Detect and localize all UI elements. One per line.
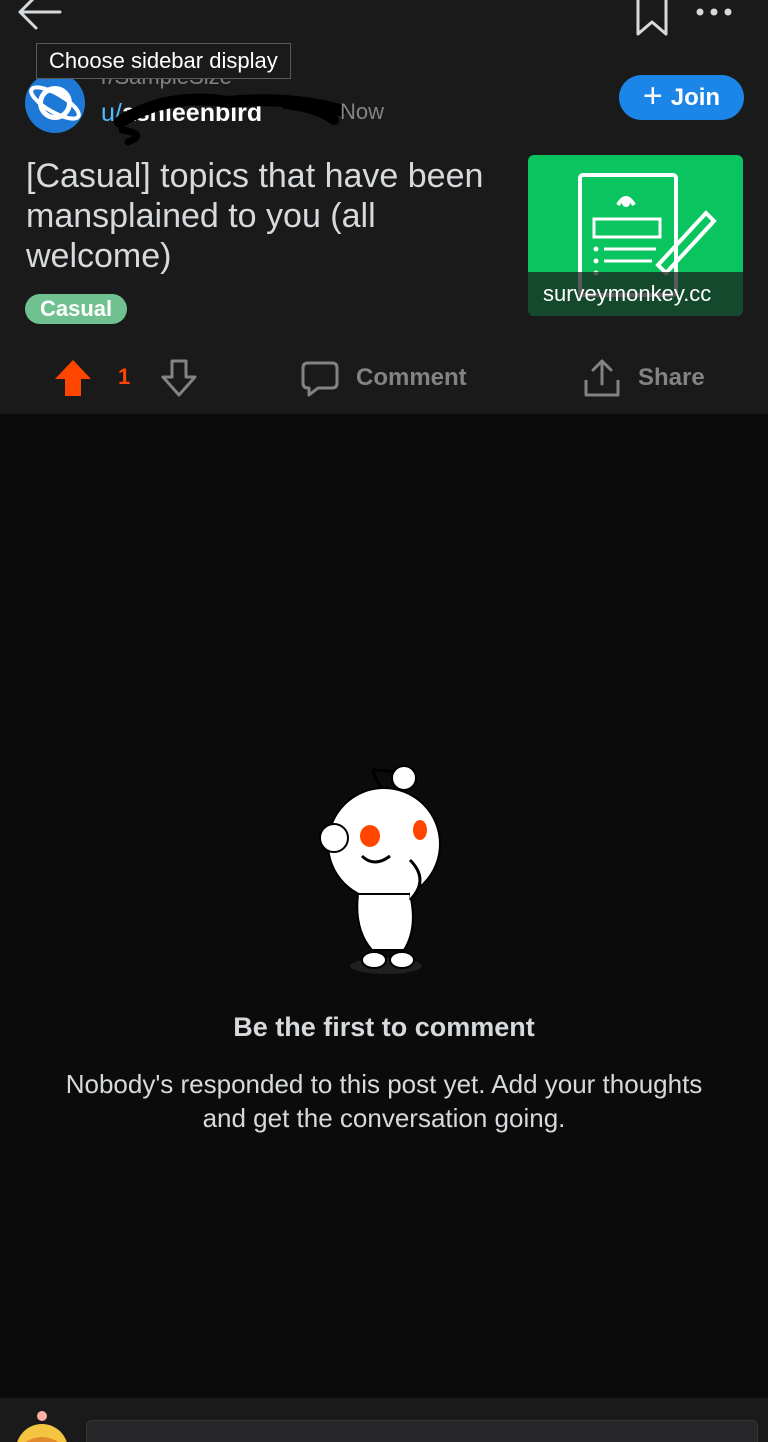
link-thumbnail[interactable]: surveymonkey.cc [528, 155, 743, 316]
thumbnail-domain: surveymonkey.cc [528, 272, 743, 316]
post-timestamp: Now [340, 99, 385, 124]
author-prefix: u/ [101, 98, 122, 127]
top-bar [0, 0, 768, 40]
plus-icon: + [642, 77, 663, 115]
post-flair[interactable]: Casual [25, 294, 128, 324]
post-title[interactable]: [Casual] topics that have been mansplain… [26, 156, 516, 276]
speech-bubble-icon [301, 361, 339, 397]
post-header-area: Choose sidebar display r/SampleSize u/ a… [0, 0, 768, 414]
back-arrow-icon[interactable] [14, 0, 66, 32]
bookmark-icon[interactable] [632, 0, 672, 38]
share-label: Share [638, 364, 705, 391]
author-link[interactable]: u/ ashleenbird [101, 96, 262, 130]
empty-state-title: Be the first to comment [233, 1012, 535, 1042]
comment-button[interactable]: Comment [300, 356, 467, 400]
post-action-bar: 1 Comment Share [0, 352, 768, 404]
join-button[interactable]: + Join [619, 75, 744, 120]
vote-count: 1 [118, 364, 131, 389]
empty-state-body: Nobody's responded to this post yet. Add… [65, 1069, 703, 1133]
share-button[interactable]: Share [582, 356, 705, 400]
upvote-icon[interactable] [52, 358, 94, 398]
add-comment-input[interactable] [86, 1420, 758, 1442]
user-avatar-icon[interactable] [12, 1410, 72, 1442]
more-options-icon[interactable] [688, 0, 740, 26]
sidebar-display-tooltip: Choose sidebar display [36, 43, 291, 79]
comment-composer-bar [0, 1398, 768, 1442]
planet-icon [29, 85, 81, 121]
share-icon [584, 359, 620, 397]
join-label: Join [670, 83, 721, 111]
author-name: ashleenbird [121, 98, 263, 127]
snoo-mascot-illustration [319, 765, 441, 974]
subreddit-avatar[interactable] [25, 73, 85, 133]
downvote-icon[interactable] [158, 358, 200, 398]
comment-label: Comment [356, 364, 467, 391]
